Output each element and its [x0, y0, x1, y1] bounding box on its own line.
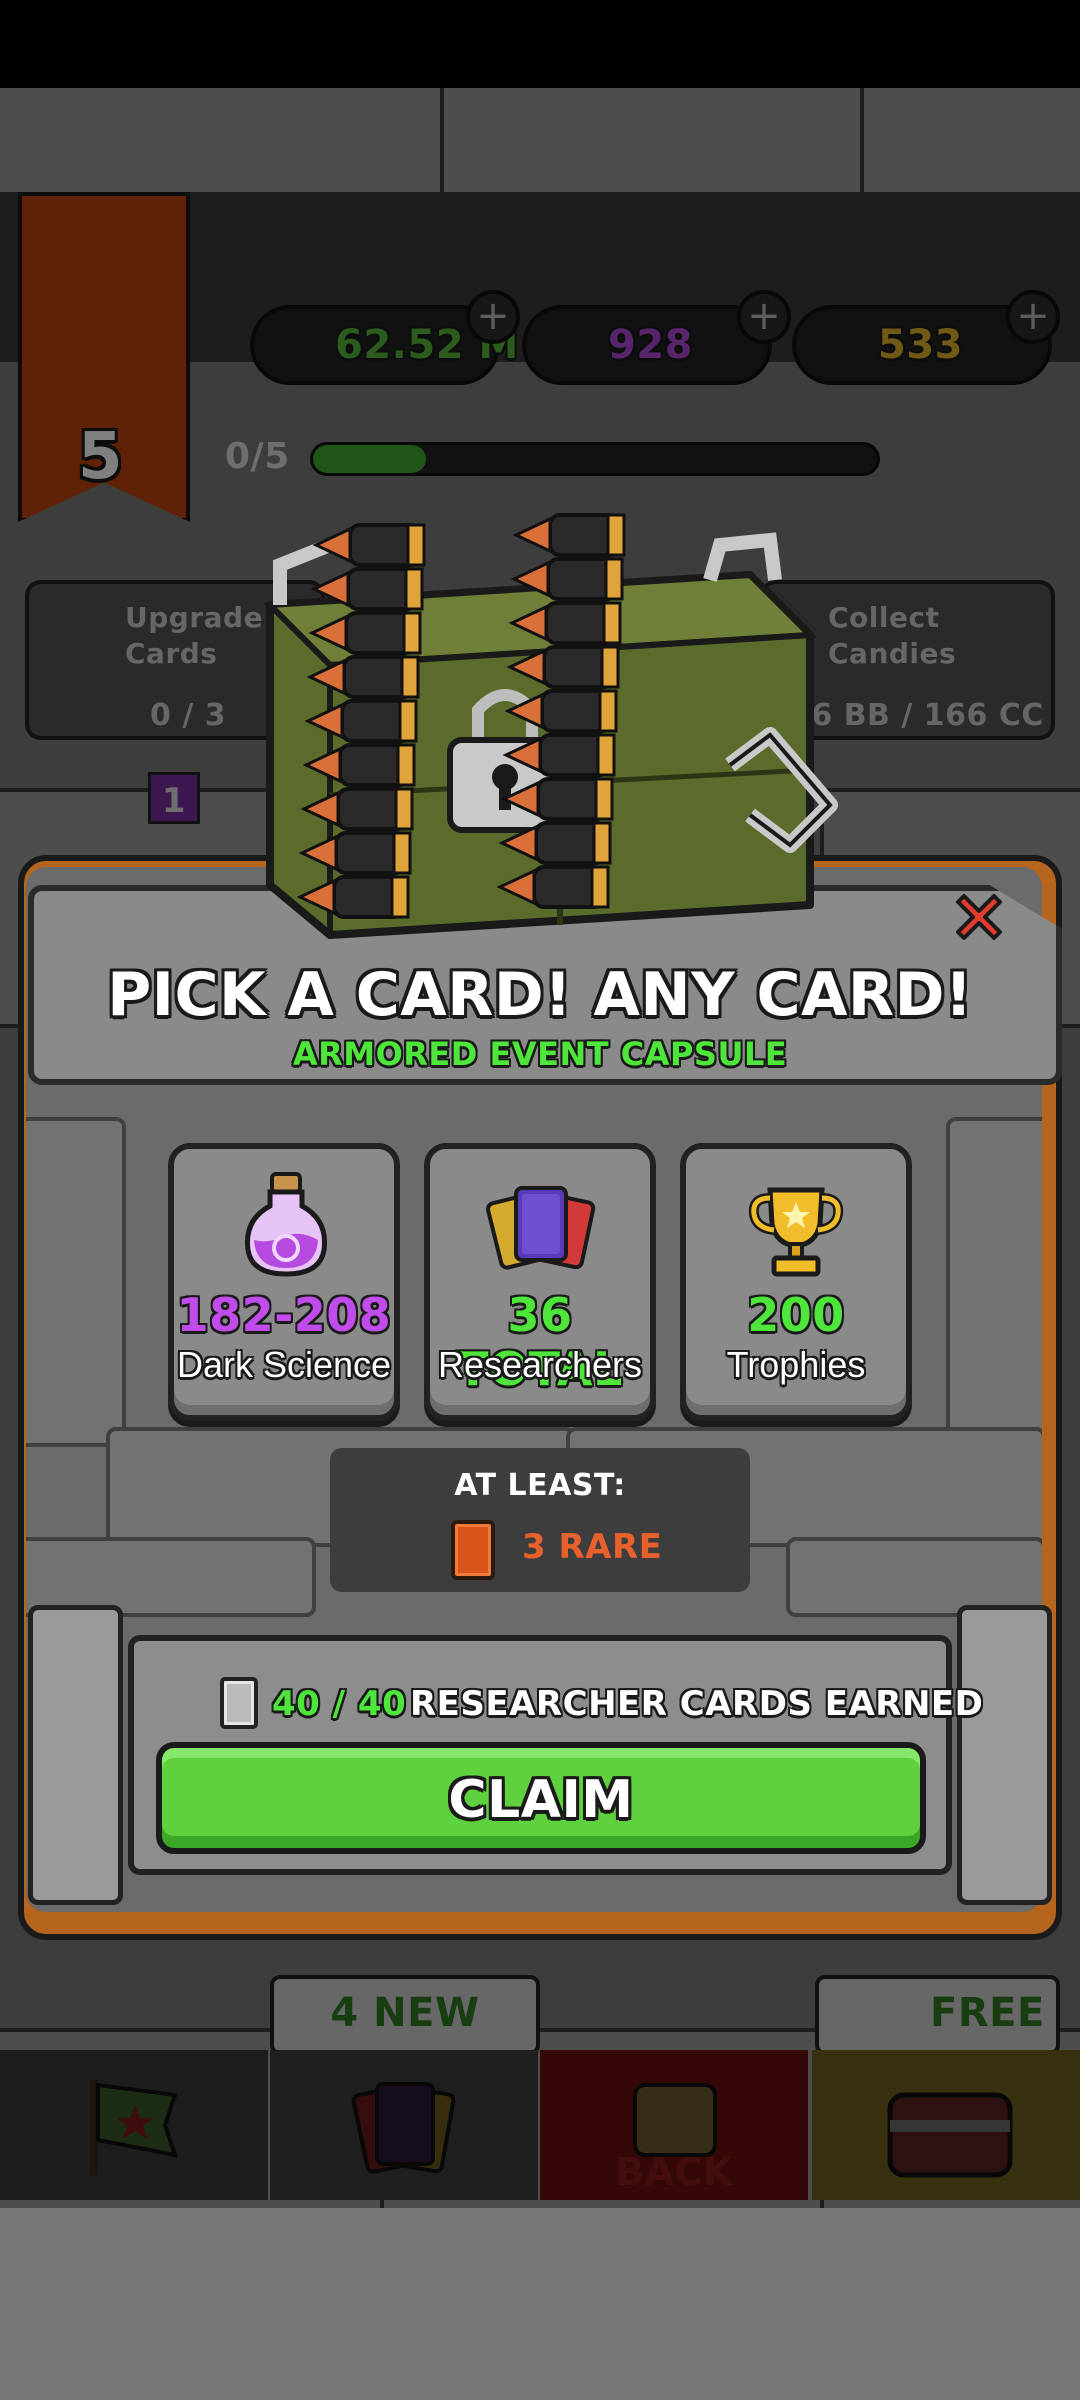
- modal-title: PICK A CARD! ANY CARD!: [107, 960, 973, 1030]
- rare-count-text: 3 RARE: [522, 1527, 663, 1567]
- cards-icon: [486, 1186, 596, 1270]
- at-least-label: AT LEAST:: [454, 1468, 626, 1503]
- researcher-card-icon: [220, 1677, 258, 1729]
- reward-value: 182-208: [176, 1288, 392, 1342]
- rare-card-icon: [451, 1520, 495, 1580]
- researcher-progress: 40 / 40: [272, 1684, 407, 1724]
- potion-icon: [244, 1172, 328, 1277]
- claim-button-label: CLAIM: [448, 1770, 634, 1830]
- reward-label: Dark Science: [176, 1344, 392, 1385]
- reward-label: Researchers: [437, 1344, 643, 1385]
- bottom-wall: [0, 2208, 1080, 2400]
- researcher-label: RESEARCHER CARDS EARNED: [410, 1684, 984, 1724]
- status-bar: [0, 0, 1080, 88]
- ammo-crate-icon: [263, 513, 838, 939]
- modal-subtitle: ARMORED EVENT CAPSULE: [292, 1035, 788, 1073]
- reward-value: 200: [747, 1288, 845, 1342]
- trophy-icon: [748, 1187, 844, 1277]
- reward-label: Trophies: [726, 1344, 866, 1385]
- close-x-icon[interactable]: [950, 888, 1008, 946]
